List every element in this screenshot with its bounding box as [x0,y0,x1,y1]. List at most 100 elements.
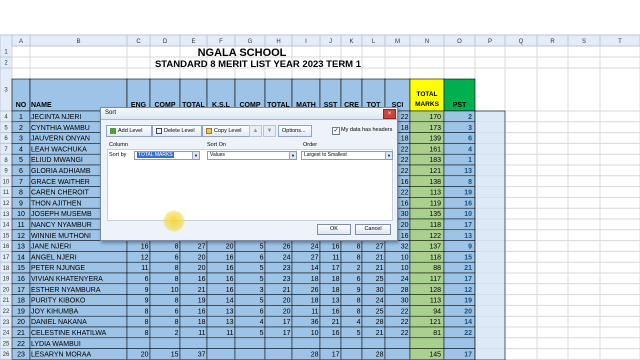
score-value: 5 [260,265,264,272]
sort-on-select[interactable]: Values ▼ [207,151,297,160]
score-value: 18 [401,136,409,143]
copy-level-button[interactable]: Copy Level [202,125,252,137]
pst-value: 17 [464,276,472,283]
pst-value: 16 [464,200,472,207]
column-letter: H [276,39,280,45]
add-level-button[interactable]: Add Level [106,125,152,137]
chevron-down-icon[interactable]: ▼ [289,152,296,159]
column-letter: J [329,39,332,45]
add-level-icon [110,127,116,134]
total-marks-value: 121 [429,168,441,175]
score-value: 13 [332,298,340,305]
score-value: 6 [145,276,149,283]
student-name: ELIUD MWANGI [31,157,83,164]
student-name: GRACE WAITHER [31,179,90,186]
total-marks-value: 121 [429,319,441,326]
score-value: 27 [311,254,319,261]
table-header: NAME [31,102,52,109]
column-letter: P [488,39,492,45]
score-value: 16 [401,233,409,240]
table-header: PST [453,102,467,109]
order-select[interactable]: Largest to Smallest ▼ [301,151,393,160]
school-title: NGALA SCHOOL [198,47,287,59]
score-value: 20 [198,265,206,272]
score-value: 20 [226,244,234,251]
score-value: 27 [198,244,206,251]
score-value: 11 [141,265,148,272]
score-value: 5 [260,244,264,251]
add-level-label: Add Level [118,128,143,134]
pst-value: 19 [464,190,472,197]
table-cell [264,348,293,360]
column-letter: S [582,39,586,45]
student-name: JECINTA NJERI [31,114,81,121]
student-name: JAUVERN ONYAN [31,136,90,143]
pst-value: 20 [464,308,472,315]
column-letter: O [457,39,462,45]
mouse-cursor-highlight [163,210,185,232]
pst-value: 17 [464,352,472,359]
score-value: 10 [171,287,179,294]
score-value: 16 [401,179,409,186]
score-value: 22 [401,146,409,153]
pst-value: 8 [468,179,472,186]
row-no: 8 [19,190,23,197]
score-value: 30 [376,287,384,294]
row-no: 5 [19,157,23,164]
score-value: 21 [332,319,340,326]
column-select[interactable]: TOTAL MARKS ▼ [134,151,200,160]
close-icon[interactable]: × [383,109,396,119]
score-value: 22 [401,308,409,315]
dialog-title: Sort [105,110,117,116]
chevron-down-icon[interactable]: ▼ [192,152,199,159]
column-header: Column [109,142,128,148]
ok-button[interactable]: OK [317,224,351,235]
score-value: 28 [376,319,384,326]
row-no: 7 [19,179,23,186]
chevron-down-icon[interactable]: ▼ [385,152,392,159]
student-name: ANGEL NJERI [31,254,77,261]
row-no: 1 [19,114,23,121]
cancel-button[interactable]: Cancel [355,224,391,235]
score-value: 6 [175,254,179,261]
student-name: ESTHER NYAMBURA [31,287,101,294]
score-value: 25 [376,276,384,283]
row-no: 23 [17,352,25,359]
score-value: 30 [401,298,409,305]
delete-level-button[interactable]: Delete Level [152,125,202,137]
score-value: 16 [198,276,206,283]
score-value: 17 [283,330,291,337]
pst-value: 10 [464,211,472,218]
total-marks-value: 81 [433,330,441,337]
merit-list-title: STANDARD 8 MERIT LIST YEAR 2023 TERM 1 [155,59,362,70]
row-number: 13 [3,212,10,218]
total-marks-value: 137 [429,244,441,251]
row-no: 15 [17,265,25,272]
row-number: 22 [3,309,10,315]
column-letter: N [425,39,429,45]
move-down-button[interactable]: ▼ [263,125,276,137]
pst-value: 22 [464,330,472,337]
score-value: 16 [226,265,234,272]
copy-level-icon [206,127,212,134]
score-value: 26 [311,287,319,294]
options-button[interactable]: Options... [278,125,312,137]
score-value: 8 [175,244,179,251]
total-marks-value: 139 [429,136,441,143]
headers-checkbox[interactable]: ✓ [332,127,340,135]
column-letter: K [349,39,353,45]
move-up-button[interactable]: ▲ [249,125,262,137]
total-marks-value: 161 [429,146,441,153]
score-value: 8 [145,330,149,337]
student-name: CELESTINE KHATILWA [31,330,107,337]
row-number: 14 [3,223,10,229]
delete-level-icon [156,127,162,134]
score-value: 6 [357,276,361,283]
pst-value: 9 [468,244,472,251]
table-cell [361,337,386,349]
score-value: 21 [376,330,384,337]
score-value: 2 [357,265,361,272]
score-value: 8 [145,319,149,326]
student-name: VIVIAN KHATENYERA [31,276,103,283]
score-value: 16 [226,276,234,283]
